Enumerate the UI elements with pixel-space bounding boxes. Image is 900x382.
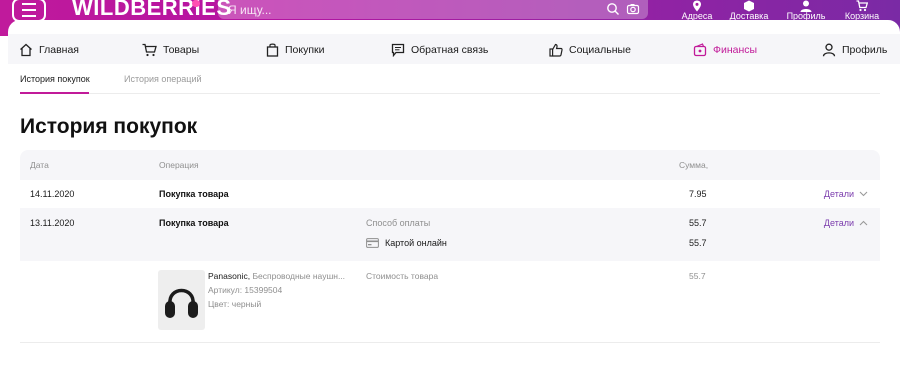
product-name: Беспроводные наушн... (252, 271, 346, 281)
row-operation: Покупка товара (159, 189, 229, 199)
nav-label: Финансы (713, 44, 758, 56)
payment-amount: 55.7 (689, 238, 707, 248)
details-label: Детали (823, 218, 854, 228)
chat-icon (391, 43, 405, 57)
nav-finances[interactable]: Финансы (693, 40, 757, 60)
product-title[interactable]: Panasonic, Беспроводные наушн... (208, 271, 345, 281)
product-detail: Panasonic, Беспроводные наушн... Артикул… (20, 261, 880, 343)
row-amount: 7.95 (689, 189, 707, 199)
nav-label: Социальные (569, 44, 631, 56)
chevron-down-icon (859, 191, 868, 197)
subtab-divider (20, 93, 880, 94)
column-header-amount: Сумма, (679, 160, 709, 170)
nav-purchases[interactable]: Покупки (266, 40, 325, 60)
wallet-icon (693, 43, 707, 57)
nav-label: Товары (163, 44, 200, 56)
nav-social[interactable]: Социальные (549, 40, 631, 60)
search-icon[interactable] (606, 2, 622, 16)
product-thumbnail[interactable] (158, 270, 205, 330)
nav-label: Главная (39, 44, 79, 56)
row-date: 14.11.2020 (30, 189, 75, 199)
row-date: 13.11.2020 (30, 218, 75, 228)
payment-method: Картой онлайн (366, 238, 447, 248)
product-cost-label: Стоимость товара (366, 271, 439, 281)
logo-heart-icon (192, 0, 200, 7)
row-amount: 55.7 (689, 218, 707, 228)
product-brand: Panasonic, (208, 271, 251, 281)
product-cost: 55.7 (689, 271, 706, 281)
table-row: 14.11.2020 Покупка товара 7.95 Детали (20, 180, 880, 208)
table-row-expanded: 13.11.2020 Покупка товара Способ оплаты … (20, 208, 880, 261)
search-bar (218, 0, 648, 19)
nav-label: Обратная связь (411, 44, 489, 56)
product-article: Артикул: 15399504 (208, 285, 283, 295)
camera-icon[interactable] (626, 2, 642, 16)
cart-icon (142, 43, 157, 57)
nav-profile[interactable]: Профиль (822, 40, 887, 60)
menu-burger-button[interactable] (12, 0, 46, 22)
product-color: Цвет: черный (208, 299, 262, 309)
user-icon (822, 43, 836, 57)
chevron-up-icon (859, 220, 868, 226)
subtab-purchase-history[interactable]: История покупок (20, 74, 90, 84)
details-toggle[interactable]: Детали (824, 218, 868, 228)
column-header-operation: Операция (159, 160, 199, 170)
bag-icon (266, 43, 279, 57)
row-operation: Покупка товара (159, 218, 229, 228)
search-input[interactable] (228, 2, 588, 17)
thumbs-up-icon (549, 43, 563, 57)
nav-label: Профиль (842, 44, 888, 56)
home-icon (20, 43, 32, 57)
nav-products[interactable]: Товары (142, 40, 199, 60)
subtab-operations-history[interactable]: История операций (124, 74, 202, 84)
nav-feedback[interactable]: Обратная связь (391, 40, 488, 60)
column-header-date: Дата (30, 160, 49, 170)
credit-card-icon (366, 238, 379, 248)
details-label: Детали (823, 189, 854, 199)
nav-home[interactable]: Главная (19, 40, 79, 60)
payment-method-value: Картой онлайн (385, 238, 447, 248)
active-subtab-indicator (20, 92, 89, 94)
headphones-image (165, 288, 198, 318)
page-title: История покупок (20, 115, 198, 138)
logo[interactable]: WILDBERRIES (72, 0, 232, 21)
table-header: Дата Операция Сумма, (20, 150, 880, 180)
nav-label: Покупки (285, 44, 325, 56)
payment-method-label: Способ оплаты (366, 218, 431, 228)
main-navigation: Главная Товары Покупки Обратная связь Со… (8, 34, 900, 64)
details-toggle[interactable]: Детали (824, 189, 868, 199)
